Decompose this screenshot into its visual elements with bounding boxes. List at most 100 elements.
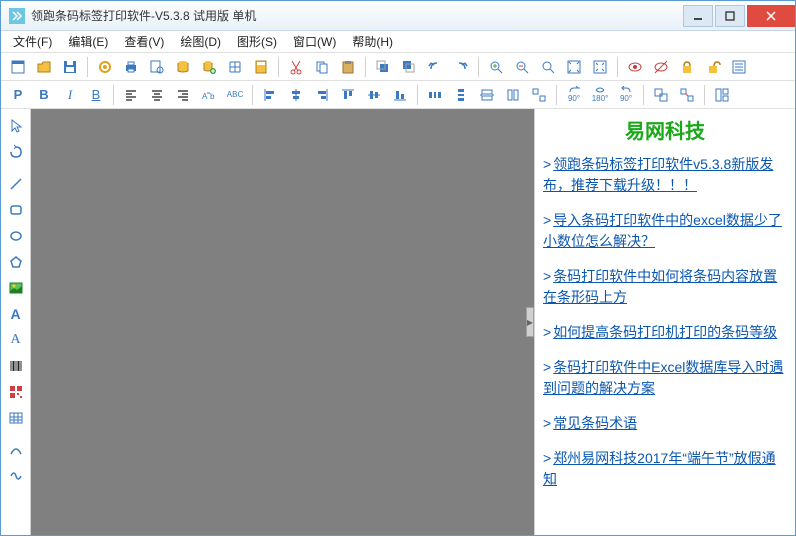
- maximize-button[interactable]: [715, 5, 745, 27]
- eye-hide-button[interactable]: [650, 56, 672, 78]
- canvas-area[interactable]: ▶: [31, 109, 535, 535]
- group-button[interactable]: [650, 84, 672, 106]
- align-center-button[interactable]: [146, 84, 168, 106]
- zoom-out-button[interactable]: [511, 56, 533, 78]
- menu-window[interactable]: 窗口(W): [285, 31, 344, 52]
- same-width-button[interactable]: [476, 84, 498, 106]
- sidebar-item: >郑州易网科技2017年“端午节”放假通知: [543, 448, 787, 490]
- database-add-button[interactable]: [198, 56, 220, 78]
- sidebar-item: >条码打印软件中Excel数据库导入时遇到问题的解决方案: [543, 357, 787, 399]
- italic-button[interactable]: I: [59, 84, 81, 106]
- open-file-button[interactable]: [33, 56, 55, 78]
- new-file-button[interactable]: [7, 56, 29, 78]
- menu-draw[interactable]: 绘图(D): [172, 31, 229, 52]
- bold-button[interactable]: B: [33, 84, 55, 106]
- sidebar-link[interactable]: 领跑条码标签打印软件v5.3.8新版发布，推荐下载升级！！！: [543, 156, 773, 193]
- menu-help[interactable]: 帮助(H): [344, 31, 401, 52]
- line-tool[interactable]: [5, 173, 27, 195]
- align-obj-left-button[interactable]: [259, 84, 281, 106]
- app-icon: [9, 8, 25, 24]
- ellipse-tool[interactable]: [5, 225, 27, 247]
- save-button[interactable]: [59, 56, 81, 78]
- close-button[interactable]: [747, 5, 795, 27]
- zoom-button[interactable]: [537, 56, 559, 78]
- sidebar-link[interactable]: 郑州易网科技2017年“端午节”放假通知: [543, 450, 776, 487]
- sidebar-link[interactable]: 如何提高条码打印机打印的条码等级: [553, 324, 777, 340]
- barcode-tool[interactable]: [5, 355, 27, 377]
- rotate-180-button[interactable]: 180°: [589, 84, 611, 106]
- app-window: 领跑条码标签打印软件-V5.3.8 试用版 单机 文件(F) 编辑(E) 查看(…: [0, 0, 796, 536]
- rotate-90-button[interactable]: 90°: [563, 84, 585, 106]
- polygon-tool[interactable]: [5, 251, 27, 273]
- align-obj-hcenter-button[interactable]: [285, 84, 307, 106]
- zoom-in-button[interactable]: [485, 56, 507, 78]
- image-tool[interactable]: [5, 277, 27, 299]
- calculator-button[interactable]: [250, 56, 272, 78]
- settings-button[interactable]: [94, 56, 116, 78]
- toolbar-format: P B I B Ab ABC 90° 180° 90°: [1, 81, 795, 109]
- sidebar-link[interactable]: 常见条码术语: [553, 415, 637, 431]
- rotate-tool[interactable]: [5, 141, 27, 163]
- layout-button[interactable]: [711, 84, 733, 106]
- menu-view[interactable]: 查看(V): [116, 31, 172, 52]
- menu-edit[interactable]: 编辑(E): [60, 31, 116, 52]
- align-obj-bottom-button[interactable]: [389, 84, 411, 106]
- lock-button[interactable]: [676, 56, 698, 78]
- sidebar-item: >常见条码术语: [543, 413, 787, 434]
- align-obj-right-button[interactable]: [311, 84, 333, 106]
- sidebar-link[interactable]: 条码打印软件中如何将条码内容放置在条形码上方: [543, 268, 777, 305]
- redo-button[interactable]: [450, 56, 472, 78]
- curve1-tool[interactable]: [5, 439, 27, 461]
- curve2-tool[interactable]: [5, 465, 27, 487]
- sidebar-title: 易网科技: [543, 115, 787, 144]
- minimize-button[interactable]: [683, 5, 713, 27]
- properties-button[interactable]: [728, 56, 750, 78]
- text-tool[interactable]: A: [5, 303, 27, 325]
- unlock-button[interactable]: [702, 56, 724, 78]
- sidebar-list: >领跑条码标签打印软件v5.3.8新版发布，推荐下载升级！！！ >导入条码打印软…: [543, 154, 787, 490]
- align-obj-vcenter-button[interactable]: [363, 84, 385, 106]
- copy-button[interactable]: [311, 56, 333, 78]
- sidebar-item: >如何提高条码打印机打印的条码等级: [543, 322, 787, 343]
- print-button[interactable]: [120, 56, 142, 78]
- table-tool[interactable]: [5, 407, 27, 429]
- text-abc-button[interactable]: ABC: [224, 84, 246, 106]
- char-spacing-button[interactable]: Ab: [198, 84, 220, 106]
- sidebar-link[interactable]: 条码打印软件中Excel数据库导入时遇到问题的解决方案: [543, 359, 783, 396]
- underline-button[interactable]: B: [85, 84, 107, 106]
- undo-button[interactable]: [424, 56, 446, 78]
- sidebar-item: >领跑条码标签打印软件v5.3.8新版发布，推荐下载升级！！！: [543, 154, 787, 196]
- cut-button[interactable]: [285, 56, 307, 78]
- sidebar-item: >导入条码打印软件中的excel数据少了小数位怎么解决？: [543, 210, 787, 252]
- sidebar-item: >条码打印软件中如何将条码内容放置在条形码上方: [543, 266, 787, 308]
- distribute-h-button[interactable]: [424, 84, 446, 106]
- grid-button[interactable]: [224, 56, 246, 78]
- plain-button[interactable]: P: [7, 84, 29, 106]
- menubar: 文件(F) 编辑(E) 查看(V) 绘图(D) 图形(S) 窗口(W) 帮助(H…: [1, 31, 795, 53]
- splitter-handle[interactable]: ▶: [526, 307, 534, 337]
- eye-show-button[interactable]: [624, 56, 646, 78]
- sidebar-link[interactable]: 导入条码打印软件中的excel数据少了小数位怎么解决？: [543, 212, 782, 249]
- send-back-button[interactable]: [398, 56, 420, 78]
- menu-shape[interactable]: 图形(S): [229, 31, 285, 52]
- distribute-v-button[interactable]: [450, 84, 472, 106]
- print-preview-button[interactable]: [146, 56, 168, 78]
- align-right-button[interactable]: [172, 84, 194, 106]
- rounded-rect-tool[interactable]: [5, 199, 27, 221]
- zoom-fit-button[interactable]: [563, 56, 585, 78]
- pointer-tool[interactable]: [5, 115, 27, 137]
- qrcode-tool[interactable]: [5, 381, 27, 403]
- menu-file[interactable]: 文件(F): [5, 31, 60, 52]
- bring-front-button[interactable]: [372, 56, 394, 78]
- database-button[interactable]: [172, 56, 194, 78]
- rotate-270-button[interactable]: 90°: [615, 84, 637, 106]
- paste-button[interactable]: [337, 56, 359, 78]
- same-height-button[interactable]: [502, 84, 524, 106]
- align-obj-top-button[interactable]: [337, 84, 359, 106]
- ungroup-button[interactable]: [676, 84, 698, 106]
- content-area: A A ▶ 易网科技 >领跑条码标签打印软件v5.3.8新版发布，推荐下载升级！…: [1, 109, 795, 535]
- text-art-tool[interactable]: A: [5, 329, 27, 351]
- same-size-button[interactable]: [528, 84, 550, 106]
- align-left-button[interactable]: [120, 84, 142, 106]
- zoom-actual-button[interactable]: [589, 56, 611, 78]
